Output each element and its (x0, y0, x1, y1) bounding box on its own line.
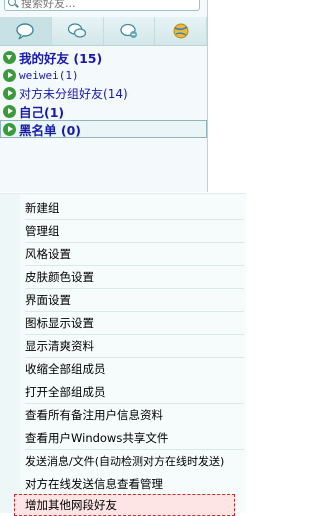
menu-item-view-remarked-users[interactable]: 查看所有备注用户信息资料 (25, 404, 244, 426)
menu-icon-gutter (0, 194, 20, 513)
menu-item-style-settings[interactable]: 风格设置 (25, 243, 244, 265)
menu-item-skin-color[interactable]: 皮肤颜色设置 (25, 266, 244, 288)
expand-arrow-icon[interactable] (3, 50, 16, 64)
menu-item-send-when-online[interactable]: 发送消息/文件(自动检测对方在线时发送) (25, 450, 244, 472)
tab-messages[interactable] (51, 17, 104, 45)
menu-item-manage-groups[interactable]: 管理组 (25, 220, 244, 242)
friend-group-tree: 我的好友 (15) weiwei(1) 对方未分组好友(14) 自己(1) 黑名… (0, 48, 207, 138)
search-box[interactable] (4, 0, 200, 11)
friends-panel: 我的好友 (15) weiwei(1) 对方未分组好友(14) 自己(1) 黑名… (0, 0, 208, 192)
globe-icon (173, 23, 189, 39)
tab-network[interactable] (155, 17, 207, 45)
group-label: weiwei(1) (19, 68, 79, 82)
menu-item-compact-profile[interactable]: 显示清爽资料 (25, 335, 244, 357)
collapse-arrow-icon[interactable] (3, 104, 16, 118)
menu-item-add-other-subnet-friend[interactable]: 增加其他网段好友 (14, 494, 235, 516)
menu-item-interface-settings[interactable]: 界面设置 (25, 289, 244, 311)
menu-item-new-group[interactable]: 新建组 (25, 197, 244, 219)
chat-bubble-icon (16, 23, 35, 40)
tab-groups[interactable] (103, 17, 156, 45)
group-label: 我的好友 (15) (19, 50, 103, 66)
tab-chat[interactable] (0, 17, 52, 45)
search-input[interactable] (21, 0, 181, 10)
group-chat-icon (120, 23, 137, 38)
collapse-arrow-icon[interactable] (3, 68, 16, 82)
context-menu: 新建组 管理组 风格设置 皮肤颜色设置 界面设置 图标显示设置 显示清爽资料 收… (0, 193, 246, 516)
group-self[interactable]: 自己(1) (0, 102, 207, 120)
menu-item-view-shared-files[interactable]: 查看用户Windows共享文件 (25, 427, 244, 449)
group-label: 黑名单 (0) (19, 122, 81, 138)
group-blacklist[interactable]: 黑名单 (0) (0, 120, 207, 138)
menu-item-online-send-manage[interactable]: 对方在线发送信息查看管理 (25, 473, 244, 495)
speech-bubbles-icon (67, 23, 87, 38)
menu-item-expand-all[interactable]: 打开全部组成员 (25, 381, 244, 403)
group-my-friends[interactable]: 我的好友 (15) (0, 48, 207, 66)
menu-item-icon-display[interactable]: 图标显示设置 (25, 312, 244, 334)
group-label: 自己(1) (19, 104, 65, 120)
menu-item-collapse-all[interactable]: 收缩全部组成员 (25, 358, 244, 380)
group-unsorted-friends[interactable]: 对方未分组好友(14) (0, 84, 207, 102)
tab-bar (0, 17, 207, 46)
search-icon (8, 0, 18, 8)
group-label: 对方未分组好友(14) (19, 86, 128, 101)
group-weiwei[interactable]: weiwei(1) (0, 66, 207, 84)
collapse-arrow-icon[interactable] (3, 86, 16, 100)
collapse-arrow-icon[interactable] (3, 122, 16, 136)
